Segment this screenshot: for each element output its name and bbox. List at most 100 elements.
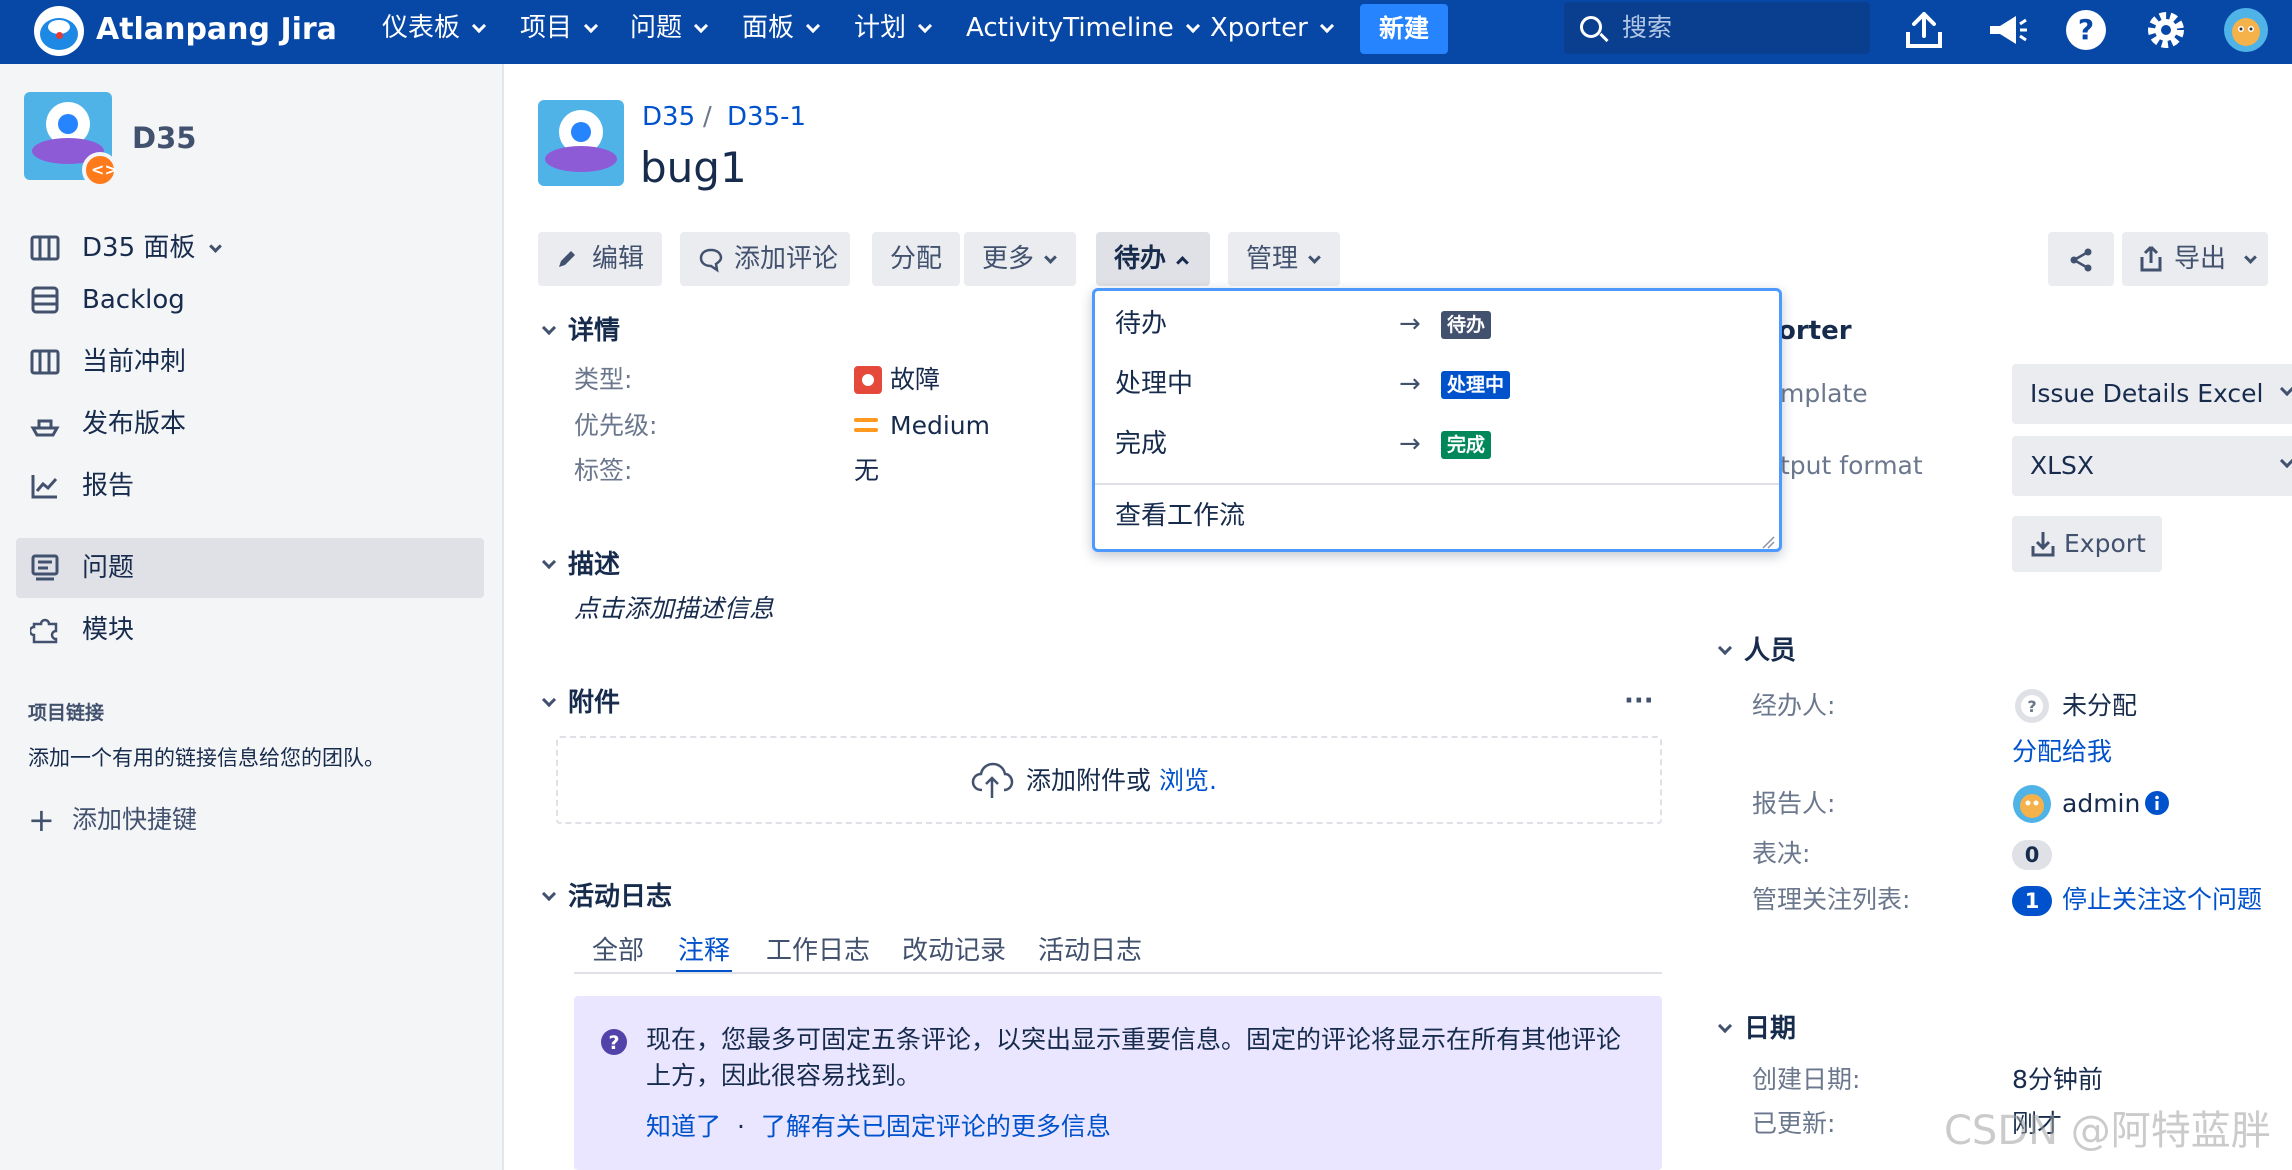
description-heading[interactable]: 描述 (540, 548, 620, 582)
watchers-count-badge[interactable]: 1 (2012, 886, 2052, 916)
issue-title[interactable]: bug1 (640, 140, 747, 196)
nav-dashboards[interactable]: 仪表板 (382, 12, 487, 44)
collapse-toggle-icon (541, 886, 557, 902)
brand-name[interactable]: Atlanpang Jira (96, 10, 337, 50)
add-shortcut-link[interactable]: + 添加快捷键 (28, 800, 197, 840)
template-select[interactable]: Issue Details Excel (2012, 364, 2292, 424)
project-name[interactable]: D35 (132, 120, 196, 156)
chevron-down-icon (2279, 381, 2292, 397)
view-workflow-label: 查看工作流 (1115, 501, 1246, 531)
download-icon (2031, 532, 2055, 557)
tab-history[interactable]: 改动记录 (902, 934, 1006, 968)
edit-button[interactable]: 编辑 (538, 232, 662, 286)
add-shortcut-label: 添加快捷键 (72, 805, 198, 834)
export-menu-button[interactable]: 导出 (2122, 232, 2268, 286)
nav-boards[interactable]: 面板 (742, 12, 821, 44)
people-heading[interactable]: 人员 (1716, 634, 1796, 668)
svg-text:?: ? (2027, 697, 2036, 716)
details-heading[interactable]: 详情 (540, 314, 620, 348)
sidebar-item-issues[interactable]: 问题 (16, 538, 484, 598)
project-links-title: 项目链接 (28, 702, 105, 724)
tab-worklog[interactable]: 工作日志 (766, 934, 870, 968)
tab-activity[interactable]: 活动日志 (1038, 934, 1142, 968)
issue-project-avatar[interactable] (538, 100, 624, 186)
assign-button[interactable]: 分配 (872, 232, 960, 286)
labels-value[interactable]: 无 (854, 455, 879, 487)
activity-heading[interactable]: 活动日志 (540, 880, 672, 914)
xporter-heading: orter (1778, 316, 1852, 346)
puzzle-icon (30, 618, 58, 644)
sprint-icon (30, 349, 60, 375)
user-avatar[interactable] (2222, 6, 2270, 54)
tab-all[interactable]: 全部 (592, 934, 644, 968)
assignee-value[interactable]: 未分配 (2062, 690, 2137, 722)
sidebar-item-reports[interactable]: 报告 (16, 456, 484, 516)
assign-to-me-link[interactable]: 分配给我 (2012, 736, 2112, 768)
stop-watching-link[interactable]: 停止关注这个问题 (2062, 884, 2262, 916)
chevron-down-icon (805, 18, 821, 34)
reporter-value[interactable]: admin (2062, 788, 2140, 820)
dates-heading[interactable]: 日期 (1716, 1012, 1796, 1046)
software-project-badge-icon: <> (82, 152, 118, 188)
export-button[interactable]: Export (2012, 516, 2162, 572)
breadcrumb-project[interactable]: D35 (642, 100, 695, 134)
jira-logo-icon[interactable] (34, 6, 84, 56)
collapse-toggle-icon (541, 320, 557, 336)
chevron-down-icon (583, 18, 599, 34)
export-button-label: Export (2064, 529, 2146, 558)
browse-link[interactable]: 浏览. (1159, 766, 1217, 795)
resize-handle-icon[interactable] (1761, 535, 1775, 549)
sidebar-item-components[interactable]: 模块 (16, 600, 484, 660)
info-icon[interactable] (2144, 790, 2170, 816)
arrow-right-icon: → (1399, 309, 1421, 339)
sidebar-item-current-sprint[interactable]: 当前冲刺 (16, 332, 484, 392)
status-lozenge: 待办 (1441, 311, 1492, 339)
more-button[interactable]: 更多 (964, 232, 1076, 286)
create-button[interactable]: 新建 (1360, 4, 1448, 54)
nav-xporter[interactable]: Xporter (1210, 12, 1334, 44)
nav-issues[interactable]: 问题 (630, 12, 709, 44)
share-button[interactable] (2048, 232, 2114, 286)
output-format-select[interactable]: XLSX (2012, 436, 2292, 496)
megaphone-icon[interactable] (1982, 6, 2030, 54)
nav-activitytimeline[interactable]: ActivityTimeline (966, 12, 1200, 44)
add-comment-button[interactable]: 添加评论 (680, 232, 850, 286)
transition-todo[interactable]: 待办 → 待办 (1095, 295, 1779, 355)
attachments-more-button[interactable]: ··· (1624, 684, 1654, 718)
description-placeholder[interactable]: 点击添加描述信息 (574, 592, 774, 626)
transition-done[interactable]: 完成 → 完成 (1095, 415, 1779, 475)
sidebar-item-board[interactable]: D35 面板 (16, 218, 484, 278)
breadcrumb-issue-key[interactable]: D35-1 (727, 100, 806, 134)
info-text-line-1: 现在，您最多可固定五条评论，以突出显示重要信息。固定的评论将显示在所有其他评论 (646, 1025, 1622, 1054)
admin-label: 管理 (1246, 244, 1299, 274)
help-icon[interactable]: ? (2062, 6, 2110, 54)
votes-count-badge[interactable]: 0 (2012, 840, 2052, 870)
transition-in-progress[interactable]: 处理中 → 处理中 (1095, 355, 1779, 415)
status-lozenge: 处理中 (1441, 371, 1511, 399)
sidebar-item-backlog[interactable]: Backlog (16, 270, 484, 330)
collapse-toggle-icon (1717, 640, 1733, 656)
more-label: 更多 (982, 244, 1035, 274)
reporter-avatar (2013, 785, 2051, 823)
upload-icon[interactable] (1900, 6, 1948, 54)
sidebar-item-releases[interactable]: 发布版本 (16, 394, 484, 454)
nav-projects[interactable]: 项目 (520, 12, 599, 44)
attachments-heading[interactable]: 描述附件 (540, 686, 620, 720)
chevron-down-icon (1308, 251, 1321, 264)
status-button[interactable]: 待办 (1096, 232, 1210, 286)
learn-more-link[interactable]: 了解有关已固定评论的更多信息 (761, 1112, 1111, 1141)
view-workflow-item[interactable]: 查看工作流 (1095, 487, 1779, 547)
breadcrumb-separator: / (703, 102, 712, 132)
attachment-drop-zone[interactable]: 添加附件或 浏览. (556, 736, 1662, 824)
tab-comments[interactable]: 注释 (678, 934, 730, 968)
nav-plans[interactable]: 计划 (854, 12, 933, 44)
admin-button[interactable]: 管理 (1228, 232, 1340, 286)
gear-icon[interactable] (2142, 6, 2190, 54)
watchers-label: 管理关注列表: (1752, 885, 1911, 914)
search-input[interactable]: 搜索 (1564, 2, 1870, 54)
priority-value: Medium (890, 411, 990, 440)
board-icon (30, 235, 60, 261)
comment-icon (699, 248, 723, 273)
got-it-link[interactable]: 知道了 (646, 1112, 721, 1141)
status-transition-dropdown: 待办 → 待办 处理中 → 处理中 完成 → 完成 查看工作流 (1092, 288, 1782, 552)
